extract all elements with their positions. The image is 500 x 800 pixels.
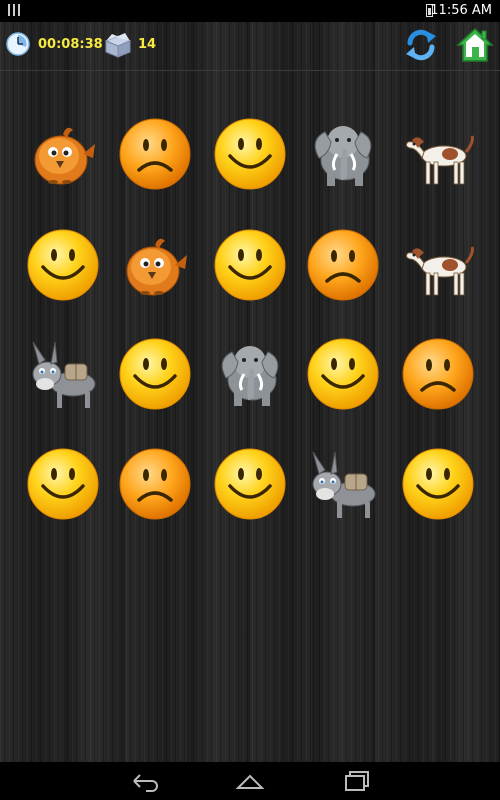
- happy-icon: [214, 448, 286, 520]
- donkey-icon: [312, 451, 376, 518]
- card-elephant[interactable]: [303, 114, 383, 194]
- card-bird[interactable]: [115, 225, 195, 305]
- hud-divider: [0, 70, 500, 71]
- bird-icon: [34, 127, 95, 185]
- sad-icon: [119, 118, 191, 190]
- donkey-icon: [32, 341, 96, 408]
- sad-icon: [307, 229, 379, 301]
- card-donkey[interactable]: [303, 444, 383, 524]
- status-time: 11:56 AM: [430, 3, 492, 18]
- home-outline-icon[interactable]: [232, 768, 268, 794]
- card-happy[interactable]: [303, 334, 383, 414]
- navigation-bar: [0, 762, 500, 800]
- happy-icon: [214, 229, 286, 301]
- card-happy[interactable]: [115, 334, 195, 414]
- elephant-icon: [221, 346, 279, 406]
- happy-icon: [119, 338, 191, 410]
- card-bird[interactable]: [23, 114, 103, 194]
- home-icon[interactable]: [456, 26, 494, 64]
- card-dog[interactable]: [398, 114, 478, 194]
- card-happy[interactable]: [210, 444, 290, 524]
- card-dog[interactable]: [398, 225, 478, 305]
- dog-icon: [405, 246, 474, 296]
- box-icon: [104, 33, 132, 58]
- sad-icon: [119, 448, 191, 520]
- card-sad[interactable]: [115, 114, 195, 194]
- card-elephant[interactable]: [210, 334, 290, 414]
- refresh-icon[interactable]: [402, 26, 440, 64]
- card-sad[interactable]: [115, 444, 195, 524]
- happy-icon: [27, 229, 99, 301]
- hud-bar: 00:08:38 14: [0, 22, 500, 70]
- card-sad[interactable]: [303, 225, 383, 305]
- elephant-icon: [314, 126, 372, 186]
- bird-icon: [126, 238, 187, 296]
- happy-icon: [214, 118, 286, 190]
- card-happy[interactable]: [23, 225, 103, 305]
- happy-icon: [307, 338, 379, 410]
- back-icon[interactable]: [126, 768, 162, 794]
- card-happy[interactable]: [23, 444, 103, 524]
- card-happy[interactable]: [398, 444, 478, 524]
- dog-icon: [405, 135, 474, 185]
- card-happy[interactable]: [210, 114, 290, 194]
- clock-icon: [6, 32, 30, 56]
- timer-value: 00:08:38: [38, 37, 103, 52]
- happy-icon: [402, 448, 474, 520]
- game-board: 00:08:38 14: [0, 22, 500, 762]
- sad-icon: [402, 338, 474, 410]
- recents-icon[interactable]: [338, 768, 374, 794]
- moves-count: 14: [138, 37, 157, 52]
- happy-icon: [27, 448, 99, 520]
- status-bar: 11:56 AM: [0, 0, 500, 22]
- notification-icon: [8, 4, 20, 16]
- card-donkey[interactable]: [23, 334, 103, 414]
- card-sad[interactable]: [398, 334, 478, 414]
- card-happy[interactable]: [210, 225, 290, 305]
